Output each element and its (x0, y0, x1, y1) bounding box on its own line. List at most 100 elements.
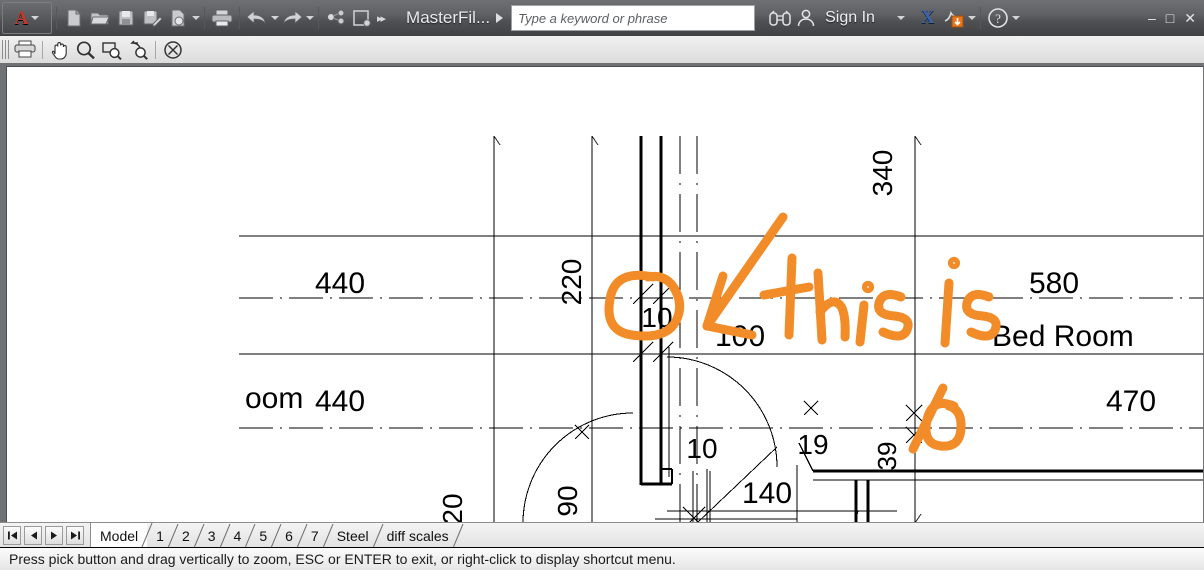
maximize-button[interactable]: □ (1166, 11, 1174, 25)
divider (56, 7, 57, 29)
room-label-bed-room: Bed Room (992, 320, 1134, 353)
search-placeholder: Type a keyword or phrase (518, 10, 668, 26)
search-binoculars-icon[interactable] (767, 4, 793, 32)
zoom-window-icon[interactable] (99, 38, 125, 61)
divider (155, 40, 156, 59)
dimension-580: 580 (1029, 267, 1079, 300)
overflow-chevron-icon[interactable]: ▸▸ (377, 12, 386, 25)
tab-3[interactable]: 3 (199, 524, 230, 548)
orange-annotation-layer (604, 212, 1001, 454)
divider (979, 7, 981, 29)
chevron-down-icon[interactable] (271, 16, 279, 20)
autodesk-exchange-icon[interactable]: X (915, 4, 941, 32)
tab-label: 1 (156, 528, 164, 544)
divider (204, 7, 205, 29)
next-tab-button[interactable] (45, 526, 63, 545)
close-button[interactable]: ✕ (1184, 11, 1196, 25)
tab-model[interactable]: Model (90, 522, 153, 548)
tab-label: Model (100, 527, 139, 544)
autocad-window: A ▸▸ MasterFil... Type a keyword or phra… (0, 0, 1204, 570)
export-icon[interactable] (165, 4, 191, 32)
autocad-a-logo: A (14, 7, 29, 29)
window-controls: – □ ✕ (1148, 11, 1204, 25)
plot-print-icon[interactable] (209, 4, 235, 32)
zoom-previous-icon[interactable] (125, 38, 151, 61)
workspace-switch-icon[interactable] (323, 4, 349, 32)
tab-4[interactable]: 4 (225, 524, 256, 548)
title-dropdown-arrow-icon[interactable] (496, 13, 504, 23)
tab-2[interactable]: 2 (173, 524, 205, 548)
search-input[interactable]: Type a keyword or phrase (511, 5, 756, 31)
title-bar: A ▸▸ MasterFil... Type a keyword or phra… (0, 0, 1204, 37)
tab-6[interactable]: 6 (276, 524, 308, 548)
divider (239, 7, 240, 29)
redo-icon[interactable] (279, 4, 305, 32)
user-account-icon[interactable] (793, 4, 819, 32)
plot-icon[interactable] (12, 38, 38, 61)
orange-text-is (940, 256, 1001, 348)
room-label-group: oom Bed Room (245, 320, 1134, 415)
sign-in-label[interactable]: Sign In (825, 9, 875, 27)
divider (318, 7, 319, 29)
help-icon[interactable]: ? (985, 4, 1011, 32)
layout-tab-bar: Model 1 2 3 4 5 6 7 Steel diff scales (0, 522, 1204, 548)
tab-diff-scales[interactable]: diff scales (378, 524, 464, 548)
dimension-470: 470 (1106, 385, 1156, 418)
chevron-down-icon[interactable] (192, 16, 200, 20)
dimension-20: 20 (437, 493, 468, 523)
dimension-39: 39 (872, 442, 902, 471)
app-download-icon[interactable] (941, 4, 967, 32)
tab-7[interactable]: 7 (302, 524, 334, 548)
dimension-140: 140 (742, 477, 792, 510)
tab-label: 2 (181, 528, 190, 544)
cad-drawing-svg: 440 440 220 10 100 340 580 470 10 19 39 … (239, 135, 1203, 523)
status-message: Press pick button and drag vertically to… (9, 551, 676, 567)
chevron-down-icon[interactable] (306, 16, 314, 20)
tab-label: 4 (233, 528, 242, 544)
chevron-down-icon[interactable] (896, 16, 905, 20)
orange-text-this (759, 253, 913, 347)
chevron-down-icon[interactable] (967, 16, 976, 20)
tab-separator (452, 524, 464, 548)
tab-label: diff scales (386, 528, 449, 544)
minimize-button[interactable]: – (1148, 11, 1156, 25)
dimension-440-top: 440 (315, 267, 365, 300)
pan-hand-icon[interactable] (47, 38, 73, 61)
drawing-area-frame: 440 440 220 10 100 340 580 470 10 19 39 … (0, 63, 1204, 523)
cancel-x-icon[interactable] (160, 38, 186, 61)
toolbar-drag-handle[interactable] (2, 40, 9, 59)
tab-1[interactable]: 1 (147, 524, 179, 548)
properties-icon[interactable] (349, 4, 375, 32)
open-folder-icon[interactable] (87, 4, 113, 32)
tab-label: 6 (285, 528, 293, 544)
dimension-220: 220 (556, 259, 587, 306)
chevron-down-icon[interactable] (1011, 16, 1020, 20)
new-document-icon[interactable] (61, 4, 87, 32)
undo-icon[interactable] (244, 4, 270, 32)
chevron-down-icon (31, 16, 40, 20)
dimension-10-lower: 10 (686, 433, 717, 464)
dimension-90: 90 (552, 485, 583, 516)
tab-list: Model 1 2 3 4 5 6 7 Steel diff scales (90, 522, 464, 548)
room-label-partial: oom (245, 382, 303, 415)
divider (42, 40, 43, 59)
first-tab-button[interactable] (3, 526, 21, 545)
tab-steel[interactable]: Steel (328, 524, 384, 548)
save-icon[interactable] (113, 4, 139, 32)
tab-5[interactable]: 5 (250, 524, 282, 548)
cad-drawing-canvas[interactable]: 440 440 220 10 100 340 580 470 10 19 39 … (6, 66, 1203, 523)
svg-text:?: ? (995, 11, 1001, 26)
exchange-x-label: X (921, 7, 935, 28)
prev-tab-button[interactable] (24, 526, 42, 545)
save-as-icon[interactable] (139, 4, 165, 32)
orange-text-10 (908, 383, 966, 454)
tab-label: 5 (259, 528, 268, 544)
status-bar: Press pick button and drag vertically to… (0, 547, 1204, 570)
orange-arrow-icon (702, 212, 788, 340)
application-menu-button[interactable]: A (2, 2, 52, 34)
tab-label: Steel (336, 528, 369, 544)
zoom-magnifier-icon[interactable] (73, 38, 99, 61)
dimension-340: 340 (867, 150, 898, 197)
last-tab-button[interactable] (66, 526, 84, 545)
tab-label: 3 (207, 528, 216, 544)
